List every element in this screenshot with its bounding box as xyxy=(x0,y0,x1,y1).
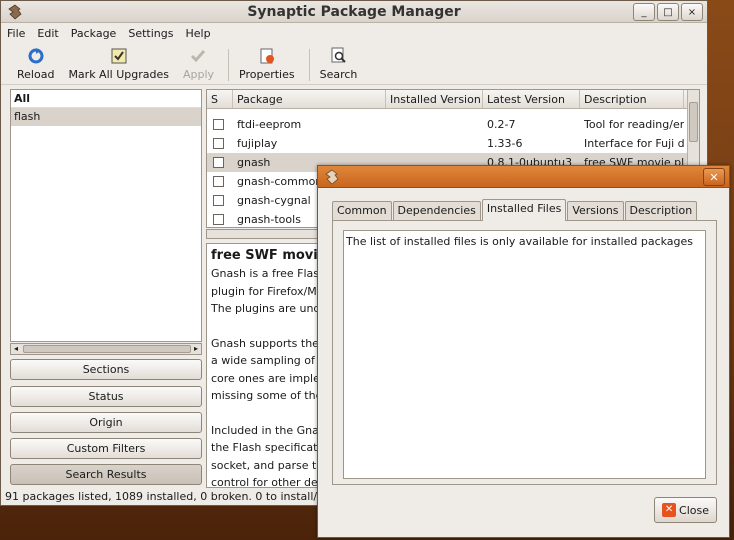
status-button[interactable]: Status xyxy=(10,386,202,407)
toolbar-separator xyxy=(228,49,230,81)
properties-tabs: Common Dependencies Installed Files Vers… xyxy=(332,199,698,221)
close-label: Close xyxy=(679,503,709,517)
package-description: Interface for Fuji digit xyxy=(584,137,684,150)
menu-package[interactable]: Package xyxy=(71,27,117,40)
scrollbar-thumb[interactable] xyxy=(23,345,191,353)
column-status[interactable]: S xyxy=(207,90,233,108)
maximize-button[interactable]: □ xyxy=(657,3,679,21)
filter-list: All flash xyxy=(10,89,202,342)
menu-edit[interactable]: Edit xyxy=(37,27,58,40)
toolbar: Reload Mark All Upgrades Apply Propertie… xyxy=(1,43,707,85)
column-installed-version[interactable]: Installed Version xyxy=(386,90,483,108)
tab-common[interactable]: Common xyxy=(332,201,392,220)
properties-button[interactable]: Properties xyxy=(239,43,295,81)
toolbar-separator xyxy=(308,49,310,81)
mark-all-upgrades-button[interactable]: Mark All Upgrades xyxy=(68,43,169,81)
package-description: Tool for reading/erasi xyxy=(584,118,684,131)
upgrade-icon xyxy=(109,47,129,65)
origin-button[interactable]: Origin xyxy=(10,412,202,433)
close-icon: ✕ xyxy=(662,503,677,517)
package-checkbox[interactable] xyxy=(213,157,224,168)
tab-versions[interactable]: Versions xyxy=(567,201,624,220)
properties-label: Properties xyxy=(239,68,295,81)
package-checkbox[interactable] xyxy=(213,119,224,130)
checkmark-icon xyxy=(188,47,208,65)
synaptic-app-icon xyxy=(325,169,339,185)
close-window-button[interactable]: × xyxy=(681,3,703,21)
tab-dependencies[interactable]: Dependencies xyxy=(392,201,481,220)
menubar: File Edit Package Settings Help xyxy=(1,23,707,43)
package-name: fujiplay xyxy=(237,137,278,150)
filter-list-header[interactable]: All xyxy=(11,90,201,108)
tab-description[interactable]: Description xyxy=(624,201,698,220)
search-icon xyxy=(329,47,349,65)
package-checkbox[interactable] xyxy=(213,195,224,206)
installed-files-panel: The list of installed files is only avai… xyxy=(332,220,717,485)
search-button[interactable]: Search xyxy=(319,43,358,81)
reload-icon xyxy=(26,47,46,65)
column-package[interactable]: Package xyxy=(233,90,386,108)
reload-button[interactable]: Reload xyxy=(17,43,54,81)
package-checkbox[interactable] xyxy=(213,138,224,149)
dialog-close-icon[interactable]: ✕ xyxy=(703,168,725,186)
main-titlebar[interactable]: Synaptic Package Manager _ □ × xyxy=(1,1,707,23)
table-row[interactable]: ftdi-eeprom 0.2-7 Tool for reading/erasi xyxy=(207,115,699,134)
package-table-header: S Package Installed Version Latest Versi… xyxy=(207,90,699,109)
close-button[interactable]: ✕ Close xyxy=(654,497,717,523)
apply-button[interactable]: Apply xyxy=(183,43,214,81)
status-bar: 91 packages listed, 1089 installed, 0 br… xyxy=(5,490,367,503)
mark-all-upgrades-label: Mark All Upgrades xyxy=(68,68,169,81)
package-checkbox[interactable] xyxy=(213,176,224,187)
filter-list-scrollbar[interactable]: ◂ ▸ xyxy=(10,343,202,355)
package-checkbox[interactable] xyxy=(213,214,224,225)
window-title: Synaptic Package Manager xyxy=(247,4,461,20)
scroll-left-arrow-icon[interactable]: ◂ xyxy=(11,344,21,354)
search-label: Search xyxy=(319,68,358,81)
minimize-button[interactable]: _ xyxy=(633,3,655,21)
latest-version: 1.33-6 xyxy=(487,137,523,150)
dialog-titlebar[interactable]: ✕ xyxy=(318,166,729,188)
menu-file[interactable]: File xyxy=(7,27,25,40)
reload-label: Reload xyxy=(17,68,55,81)
installed-files-textview[interactable]: The list of installed files is only avai… xyxy=(343,230,706,479)
column-latest-version[interactable]: Latest Version xyxy=(483,90,580,108)
package-properties-dialog: ✕ Common Dependencies Installed Files Ve… xyxy=(317,165,730,538)
scrollbar-thumb[interactable] xyxy=(689,102,698,142)
package-name: ftdi-eeprom xyxy=(237,118,302,131)
menu-help[interactable]: Help xyxy=(185,27,210,40)
properties-icon xyxy=(257,47,277,65)
tab-installed-files[interactable]: Installed Files xyxy=(481,199,567,221)
search-results-button[interactable]: Search Results xyxy=(10,464,202,485)
column-description[interactable]: Description xyxy=(580,90,684,108)
scroll-right-arrow-icon[interactable]: ▸ xyxy=(191,344,201,354)
apply-label: Apply xyxy=(182,68,215,81)
custom-filters-button[interactable]: Custom Filters xyxy=(10,438,202,459)
latest-version: 0.2-7 xyxy=(487,118,516,131)
sections-button[interactable]: Sections xyxy=(10,359,202,380)
table-row[interactable]: fujiplay 1.33-6 Interface for Fuji digit xyxy=(207,134,699,153)
menu-settings[interactable]: Settings xyxy=(128,27,173,40)
filter-item-flash[interactable]: flash xyxy=(11,108,201,126)
